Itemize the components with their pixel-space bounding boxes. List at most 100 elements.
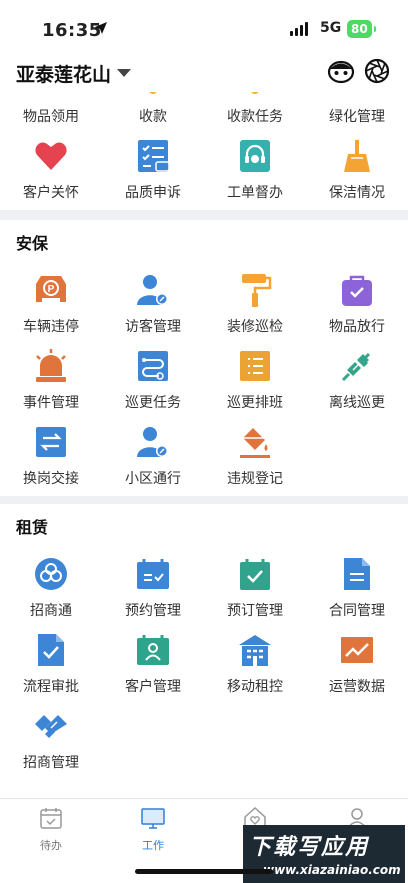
status-bar: 16:35 5G 80	[0, 0, 408, 52]
calendar-check-icon	[240, 559, 270, 590]
chevron-down-icon[interactable]	[117, 69, 131, 77]
grid-item-label: 小区通行	[125, 471, 181, 487]
grid-item-label: 换岗交接	[23, 471, 79, 487]
grid-item-customer-mgmt[interactable]: 客户管理	[102, 628, 204, 704]
top-header: 亚泰莲花山	[0, 52, 408, 92]
grid-item-label: 招商通	[30, 603, 72, 619]
robot-face-icon[interactable]	[326, 56, 356, 86]
grid-item-operation-data[interactable]: 运营数据	[306, 628, 408, 704]
grid-item-label: 收款	[139, 109, 167, 125]
grid-item[interactable]: 物品领用	[0, 92, 102, 134]
grid-item-label: 品质申诉	[125, 185, 181, 201]
community-selector[interactable]: 亚泰莲花山	[16, 60, 111, 87]
grid-item-mobile-rental[interactable]: 移动租控	[204, 628, 306, 704]
icon-fragment	[251, 92, 259, 94]
grid-item-ticket-supervise[interactable]: 工单督办	[204, 134, 306, 210]
cloud-icon	[35, 558, 67, 590]
alarm-light-icon	[36, 349, 66, 382]
route-icon	[138, 351, 168, 381]
paint-roller-icon	[242, 274, 272, 307]
grid-item-booking[interactable]: 预订管理	[204, 552, 306, 628]
workbench-scroll[interactable]: 物品领用 收款 收款任务 绿化管理 客户关怀 品质申诉 工单督办 保洁情况 安保…	[0, 92, 408, 798]
grid-item-visitor[interactable]: 访客管理	[102, 268, 204, 344]
battery-indicator: 80	[347, 20, 376, 38]
grid-item-label: 巡更任务	[125, 395, 181, 411]
grid-item-label: 绿化管理	[329, 109, 385, 125]
grid-item-label: 访客管理	[125, 319, 181, 335]
grid-item-violation-register[interactable]: 违规登记	[204, 420, 306, 496]
grid-item-label: 合同管理	[329, 603, 385, 619]
section-divider	[0, 496, 408, 504]
grid-item-label: 预订管理	[227, 603, 283, 619]
doc-check-icon	[38, 634, 64, 666]
grid-item-incident[interactable]: 事件管理	[0, 344, 102, 420]
grid-item-label: 运营数据	[329, 679, 385, 695]
grid-item-label: 移动租控	[227, 679, 283, 695]
paint-bucket-icon	[240, 428, 270, 458]
grid-item-approval[interactable]: 流程审批	[0, 628, 102, 704]
home-indicator[interactable]	[135, 869, 273, 874]
grid-item-decoration-patrol[interactable]: 装修巡检	[204, 268, 306, 344]
svg-text:P: P	[48, 284, 55, 295]
chart-line-icon	[341, 637, 373, 663]
aperture-icon[interactable]	[362, 56, 392, 86]
grid-item-label: 离线巡更	[329, 395, 385, 411]
grid-item-label: 装修巡检	[227, 319, 283, 335]
network-type: 5G	[320, 20, 342, 36]
tab-label: 工作	[142, 839, 164, 852]
grid-item[interactable]: 绿化管理	[306, 92, 408, 134]
plug-icon	[341, 352, 371, 382]
rental-grid: 招商通 预约管理 预订管理 合同管理 流程审批 客户管理 移动租控 运营数据 招…	[0, 552, 408, 780]
document-icon	[344, 558, 370, 590]
grid-item-merchant-link[interactable]: 招商通	[0, 552, 102, 628]
grid-item-contract[interactable]: 合同管理	[306, 552, 408, 628]
grid-item-vehicle-parking[interactable]: P 车辆违停	[0, 268, 102, 344]
building-icon	[239, 635, 271, 666]
watermark-url: www.xiazainiao.com	[263, 863, 401, 877]
security-grid: P 车辆违停 访客管理 装修巡检 物品放行 事件管理 巡更任务 巡更排班 离线巡…	[0, 268, 408, 496]
grid-item-community-pass[interactable]: 小区通行	[102, 420, 204, 496]
tab-todo[interactable]: 待办	[0, 805, 102, 853]
grid-item-shift-handover[interactable]: 换岗交接	[0, 420, 102, 496]
visitor-icon	[137, 275, 168, 305]
grid-item-label: 车辆违停	[23, 319, 79, 335]
grid-item-label: 违规登记	[227, 471, 283, 487]
grid-item-quality-appeal[interactable]: 品质申诉	[102, 134, 204, 210]
service-row: 客户关怀 品质申诉 工单督办 保洁情况	[0, 134, 408, 210]
partial-row: 物品领用 收款 收款任务 绿化管理	[0, 92, 408, 134]
grid-item-cleaning[interactable]: 保洁情况	[306, 134, 408, 210]
grid-item-investment[interactable]: 招商管理	[0, 704, 102, 780]
grid-item-patrol-task[interactable]: 巡更任务	[102, 344, 204, 420]
location-arrow-icon	[95, 22, 107, 34]
section-divider	[0, 210, 408, 220]
grid-item-label: 客户关怀	[23, 185, 79, 201]
pass-user-icon	[137, 427, 168, 457]
grid-item-item-release[interactable]: 物品放行	[306, 268, 408, 344]
icon-fragment	[149, 92, 157, 94]
parking-car-icon: P	[36, 276, 66, 302]
tab-work[interactable]: 工作	[102, 805, 204, 853]
signal-icon	[290, 22, 308, 36]
calendar-check-icon	[40, 808, 62, 829]
broom-icon	[344, 140, 370, 172]
checklist-icon	[138, 140, 170, 172]
watermark-title: 下载写应用	[249, 835, 370, 860]
handshake-icon	[35, 715, 67, 738]
grid-item-label: 物品放行	[329, 319, 385, 335]
grid-item[interactable]: 收款任务	[204, 92, 306, 134]
grid-item-label: 客户管理	[125, 679, 181, 695]
headset-icon	[240, 140, 270, 172]
grid-item-patrol-schedule[interactable]: 巡更排班	[204, 344, 306, 420]
watermark-logo: 下载写应用 www.xiazainiao.com	[243, 825, 405, 883]
grid-item-label: 巡更排班	[227, 395, 283, 411]
grid-item-customer-care[interactable]: 客户关怀	[0, 134, 102, 210]
grid-item-label: 流程审批	[23, 679, 79, 695]
section-title-security: 安保	[16, 234, 49, 253]
grid-item[interactable]: 收款	[102, 92, 204, 134]
calendar-equal-icon	[137, 559, 169, 589]
grid-item-offline-patrol[interactable]: 离线巡更	[306, 344, 408, 420]
grid-item-label: 收款任务	[227, 109, 283, 125]
grid-item-label: 事件管理	[23, 395, 79, 411]
grid-item-appointment[interactable]: 预约管理	[102, 552, 204, 628]
status-time: 16:35	[42, 20, 102, 41]
